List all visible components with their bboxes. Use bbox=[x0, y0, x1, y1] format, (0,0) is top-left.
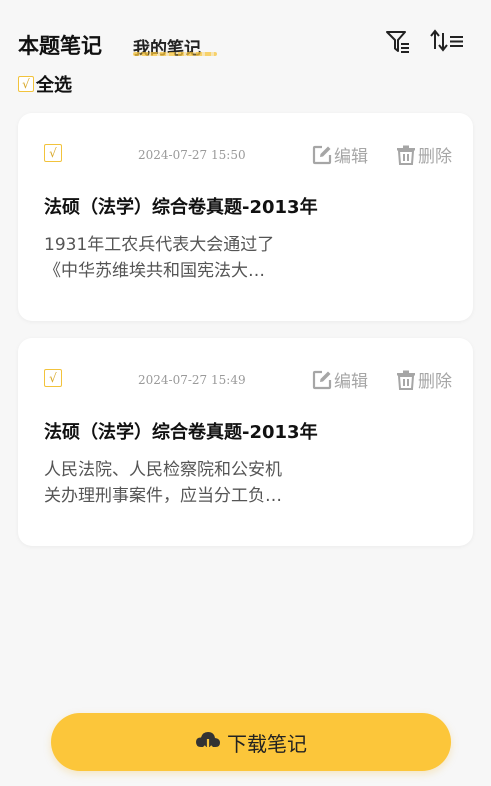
select-all-label: 全选 bbox=[36, 75, 72, 96]
edit-label: 编辑 bbox=[334, 372, 368, 392]
trash-icon bbox=[397, 145, 415, 165]
select-all-checkbox[interactable]: √ bbox=[18, 76, 34, 92]
note-time: 2024-07-27 15:50 bbox=[138, 148, 246, 162]
filter-icon[interactable] bbox=[385, 29, 411, 55]
edit-icon bbox=[312, 145, 332, 164]
cloud-download-icon bbox=[196, 732, 220, 753]
note-excerpt: 人民法院、人民检察院和公安机 关办理刑事案件，应当分工负… bbox=[44, 457, 324, 509]
page-title: 本题笔记 bbox=[18, 34, 102, 58]
edit-button[interactable]: 编辑 bbox=[312, 142, 368, 167]
note-time: 2024-07-27 15:49 bbox=[138, 373, 246, 387]
trash-icon bbox=[397, 370, 415, 390]
download-notes-button[interactable]: 下载笔记 bbox=[51, 713, 451, 771]
note-title: 法硕（法学）综合卷真题-2013年 bbox=[44, 422, 318, 443]
header: 本题笔记 我的笔记 bbox=[0, 0, 491, 70]
download-label: 下载笔记 bbox=[227, 731, 307, 756]
note-card[interactable]: √ 2024-07-27 15:50 编辑 删除 法硕（法学）综合卷真题-201… bbox=[18, 113, 473, 321]
tab-underline bbox=[133, 52, 217, 56]
delete-label: 删除 bbox=[418, 372, 452, 392]
note-excerpt: 1931年工农兵代表大会通过了 《中华苏维埃共和国宪法大… bbox=[44, 232, 324, 284]
note-excerpt-line: 1931年工农兵代表大会通过了 bbox=[44, 235, 275, 255]
note-checkbox[interactable]: √ bbox=[44, 144, 62, 162]
note-excerpt-line: 人民法院、人民检察院和公安机 bbox=[44, 460, 282, 480]
sort-icon[interactable] bbox=[430, 29, 464, 53]
edit-button[interactable]: 编辑 bbox=[312, 367, 368, 392]
delete-button[interactable]: 删除 bbox=[396, 142, 452, 167]
edit-label: 编辑 bbox=[334, 147, 368, 167]
delete-label: 删除 bbox=[418, 147, 452, 167]
note-card[interactable]: √ 2024-07-27 15:49 编辑 删除 法硕（法学）综合卷真题-201… bbox=[18, 338, 473, 546]
select-all[interactable]: √ 全选 bbox=[18, 73, 72, 96]
delete-button[interactable]: 删除 bbox=[396, 367, 452, 392]
note-excerpt-line: 《中华苏维埃共和国宪法大… bbox=[44, 261, 265, 281]
note-excerpt-line: 关办理刑事案件，应当分工负… bbox=[44, 486, 282, 506]
note-title: 法硕（法学）综合卷真题-2013年 bbox=[44, 197, 318, 218]
note-checkbox[interactable]: √ bbox=[44, 369, 62, 387]
edit-icon bbox=[312, 370, 332, 389]
